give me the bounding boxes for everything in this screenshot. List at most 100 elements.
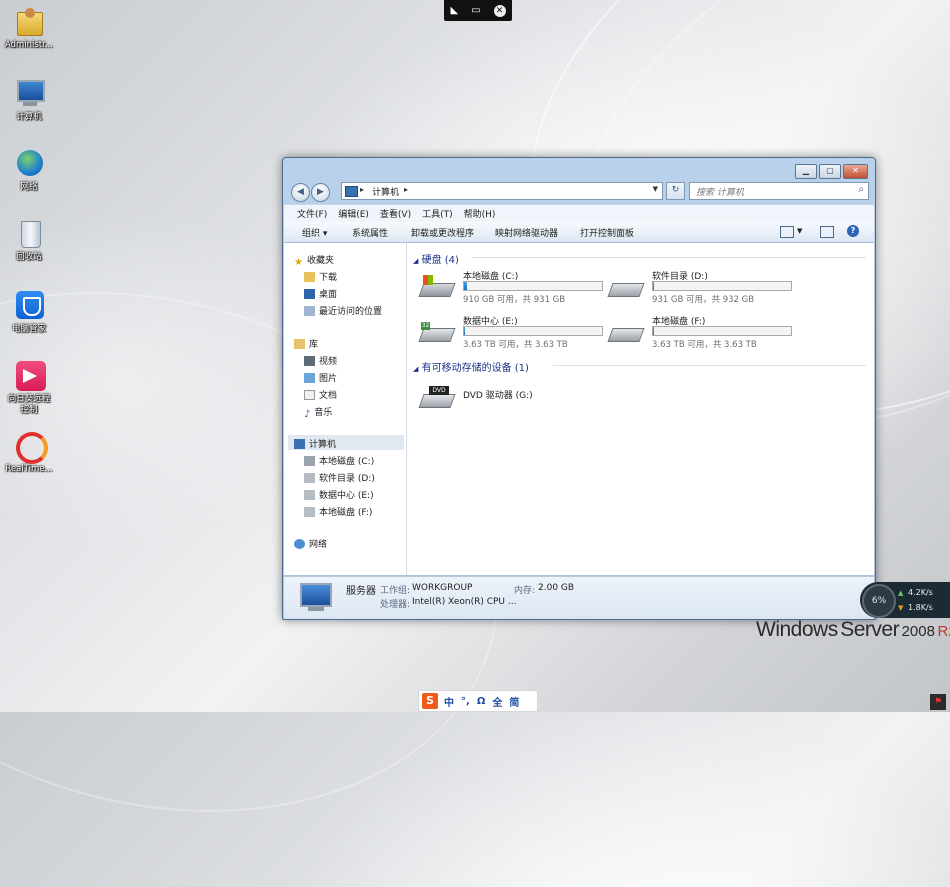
close-button[interactable]: ✕ xyxy=(843,164,868,179)
action-center-flag-icon[interactable]: ⚑ xyxy=(930,694,946,710)
nav-network-label: 网络 xyxy=(309,540,328,550)
navigation-pane: ★ 收藏夹 下载 桌面 最近访问的位置 库 视频 图片 文档 ♪ 音乐 计算机 本地… xyxy=(284,243,407,575)
forward-button[interactable]: ▶ xyxy=(311,183,330,202)
downloads-folder-icon xyxy=(304,272,315,282)
nav-item-downloads[interactable]: 下载 xyxy=(304,270,337,283)
user-folder-icon xyxy=(13,6,45,38)
nav-libraries[interactable]: 库 xyxy=(294,337,318,350)
ime-full-width[interactable]: 全 xyxy=(492,694,502,709)
nav-item-documents[interactable]: 文档 xyxy=(304,388,337,401)
drive-d[interactable]: 软件目录 (D:) 931 GB 可用，共 932 GB xyxy=(607,269,798,305)
back-button[interactable]: ◀ xyxy=(291,183,310,202)
ime-punctuation[interactable]: °, xyxy=(461,696,470,707)
logo-server: Server xyxy=(840,618,900,641)
nav-item-label: 本地磁盘 (F:) xyxy=(319,508,373,518)
desktop-icon-network[interactable]: 网络 xyxy=(4,148,54,193)
cpu-label: 处理器: xyxy=(380,600,411,610)
nav-item-desktop[interactable]: 桌面 xyxy=(304,287,337,300)
nav-item-drive-d[interactable]: 软件目录 (D:) xyxy=(304,471,375,484)
chevron-down-icon[interactable]: ▼ xyxy=(653,185,658,193)
desktop-icon-computer[interactable]: 计算机 xyxy=(4,78,54,123)
desktop-icon-administrator[interactable]: Administr... xyxy=(4,6,54,51)
nav-item-label: 图片 xyxy=(319,374,338,384)
recycle-bin-icon xyxy=(13,218,45,250)
collapse-arrow-icon[interactable]: ◢ xyxy=(413,365,418,373)
desktop-icon-label: 计算机 xyxy=(16,112,42,122)
close-remote-icon[interactable]: ✕ xyxy=(493,4,506,17)
group-divider xyxy=(553,365,866,366)
capacity-fill xyxy=(653,327,655,335)
menu-file[interactable]: 文件(F) xyxy=(297,207,327,220)
organize-button[interactable]: 组织 ▾ xyxy=(302,226,327,239)
ime-soft-keyboard[interactable]: Ω xyxy=(477,696,486,707)
address-bar[interactable]: ▸ 计算机 ▸ ▼ xyxy=(341,182,663,200)
nav-computer[interactable]: 计算机 xyxy=(294,437,336,450)
refresh-button[interactable]: ↻ xyxy=(666,182,685,200)
details-pane: 服务器 工作组: WORKGROUP 内存: 2.00 GB 处理器: Inte… xyxy=(284,576,874,619)
drive-f[interactable]: 本地磁盘 (F:) 3.63 TB 可用，共 3.63 TB xyxy=(607,314,798,350)
search-input[interactable]: 搜索 计算机 ⌕ xyxy=(689,182,869,200)
collapse-arrow-icon[interactable]: ◢ xyxy=(413,257,418,265)
breadcrumb-computer[interactable]: 计算机 xyxy=(372,185,399,198)
computer-name: 服务器 xyxy=(346,586,376,597)
group-header-hdd[interactable]: ◢ 硬盘 (4) xyxy=(413,251,866,266)
ime-chinese-mode[interactable]: 中 xyxy=(444,694,454,709)
content-pane: ◢ 硬盘 (4) 本地磁盘 (C:) 910 GB 可用，共 931 GB 软件… xyxy=(407,243,874,575)
capacity-bar xyxy=(463,326,603,336)
upload-speed: 4.2K/s xyxy=(908,588,933,597)
ime-toolbar[interactable]: S 中 °, Ω 全 简 xyxy=(418,690,538,712)
nav-network[interactable]: 网络 xyxy=(294,537,327,550)
desktop-icon-realtime[interactable]: RealTime... xyxy=(4,430,54,475)
nav-item-drive-f[interactable]: 本地磁盘 (F:) xyxy=(304,505,372,518)
breadcrumb-arrow-icon[interactable]: ▸ xyxy=(404,185,408,194)
menu-help[interactable]: 帮助(H) xyxy=(464,207,496,220)
drive-g-dvd[interactable]: DVD DVD 驱动器 (G:) xyxy=(418,378,609,414)
nav-favorites[interactable]: ★ 收藏夹 xyxy=(294,253,334,268)
display-icon[interactable]: ▭ xyxy=(471,5,480,16)
nav-item-drive-c[interactable]: 本地磁盘 (C:) xyxy=(304,454,374,467)
sogou-ime-icon[interactable]: S xyxy=(422,693,438,709)
pin-icon[interactable]: ◣ xyxy=(450,5,458,16)
computer-icon xyxy=(13,78,45,110)
search-icon[interactable]: ⌕ xyxy=(858,184,864,195)
capacity-fill xyxy=(653,282,655,290)
drive-icon: 32 xyxy=(418,320,456,342)
drive-e[interactable]: 32 数据中心 (E:) 3.63 TB 可用，共 3.63 TB xyxy=(418,314,609,350)
map-network-drive-button[interactable]: 映射网络驱动器 xyxy=(495,226,558,239)
desktop-icon-sunlogin[interactable]: 向日葵远程控制 xyxy=(4,360,54,416)
menu-tools[interactable]: 工具(T) xyxy=(422,207,453,220)
network-speed-gadget[interactable]: 6% ▲ 4.2K/s ▼ 1.8K/s xyxy=(860,582,950,618)
menu-edit[interactable]: 编辑(E) xyxy=(338,207,369,220)
preview-pane-icon[interactable] xyxy=(820,226,834,238)
nav-item-music[interactable]: ♪ 音乐 xyxy=(304,405,332,420)
nav-item-recent-places[interactable]: 最近访问的位置 xyxy=(304,304,382,317)
maximize-button[interactable]: ▢ xyxy=(819,164,841,179)
menu-view[interactable]: 查看(V) xyxy=(380,207,411,220)
system-properties-button[interactable]: 系统属性 xyxy=(352,226,388,239)
desktop-icon-label: 电脑管家 xyxy=(11,324,46,334)
nav-item-videos[interactable]: 视频 xyxy=(304,354,337,367)
nav-item-drive-e[interactable]: 数据中心 (E:) xyxy=(304,488,374,501)
nav-libraries-label: 库 xyxy=(309,340,319,350)
group-header-removable[interactable]: ◢ 有可移动存储的设备 (1) xyxy=(413,359,866,374)
desktop-icon-pc-manager[interactable]: 电脑管家 xyxy=(4,290,54,335)
drive-capacity-text: 3.63 TB 可用，共 3.63 TB xyxy=(463,340,568,350)
help-icon[interactable]: ? xyxy=(847,225,859,237)
drive-c[interactable]: 本地磁盘 (C:) 910 GB 可用，共 931 GB xyxy=(418,269,609,305)
uninstall-program-button[interactable]: 卸载或更改程序 xyxy=(411,226,474,239)
view-dropdown-icon[interactable]: ▼ xyxy=(797,227,802,235)
computer-icon xyxy=(300,583,332,607)
capacity-bar xyxy=(652,281,792,291)
breadcrumb-arrow-icon[interactable]: ▸ xyxy=(360,185,364,194)
change-view-icon[interactable] xyxy=(780,226,794,238)
desktop-icon-recycle-bin[interactable]: 回收站 xyxy=(4,218,54,263)
nav-item-pictures[interactable]: 图片 xyxy=(304,371,337,384)
minimize-button[interactable]: ▁ xyxy=(795,164,817,179)
usage-dial: 6% xyxy=(862,584,896,618)
capacity-fill xyxy=(464,327,466,335)
group-divider xyxy=(471,257,866,258)
nav-item-label: 本地磁盘 (C:) xyxy=(319,457,375,467)
ime-simplified[interactable]: 简 xyxy=(509,694,519,709)
open-control-panel-button[interactable]: 打开控制面板 xyxy=(580,226,634,239)
capacity-fill xyxy=(464,282,467,290)
